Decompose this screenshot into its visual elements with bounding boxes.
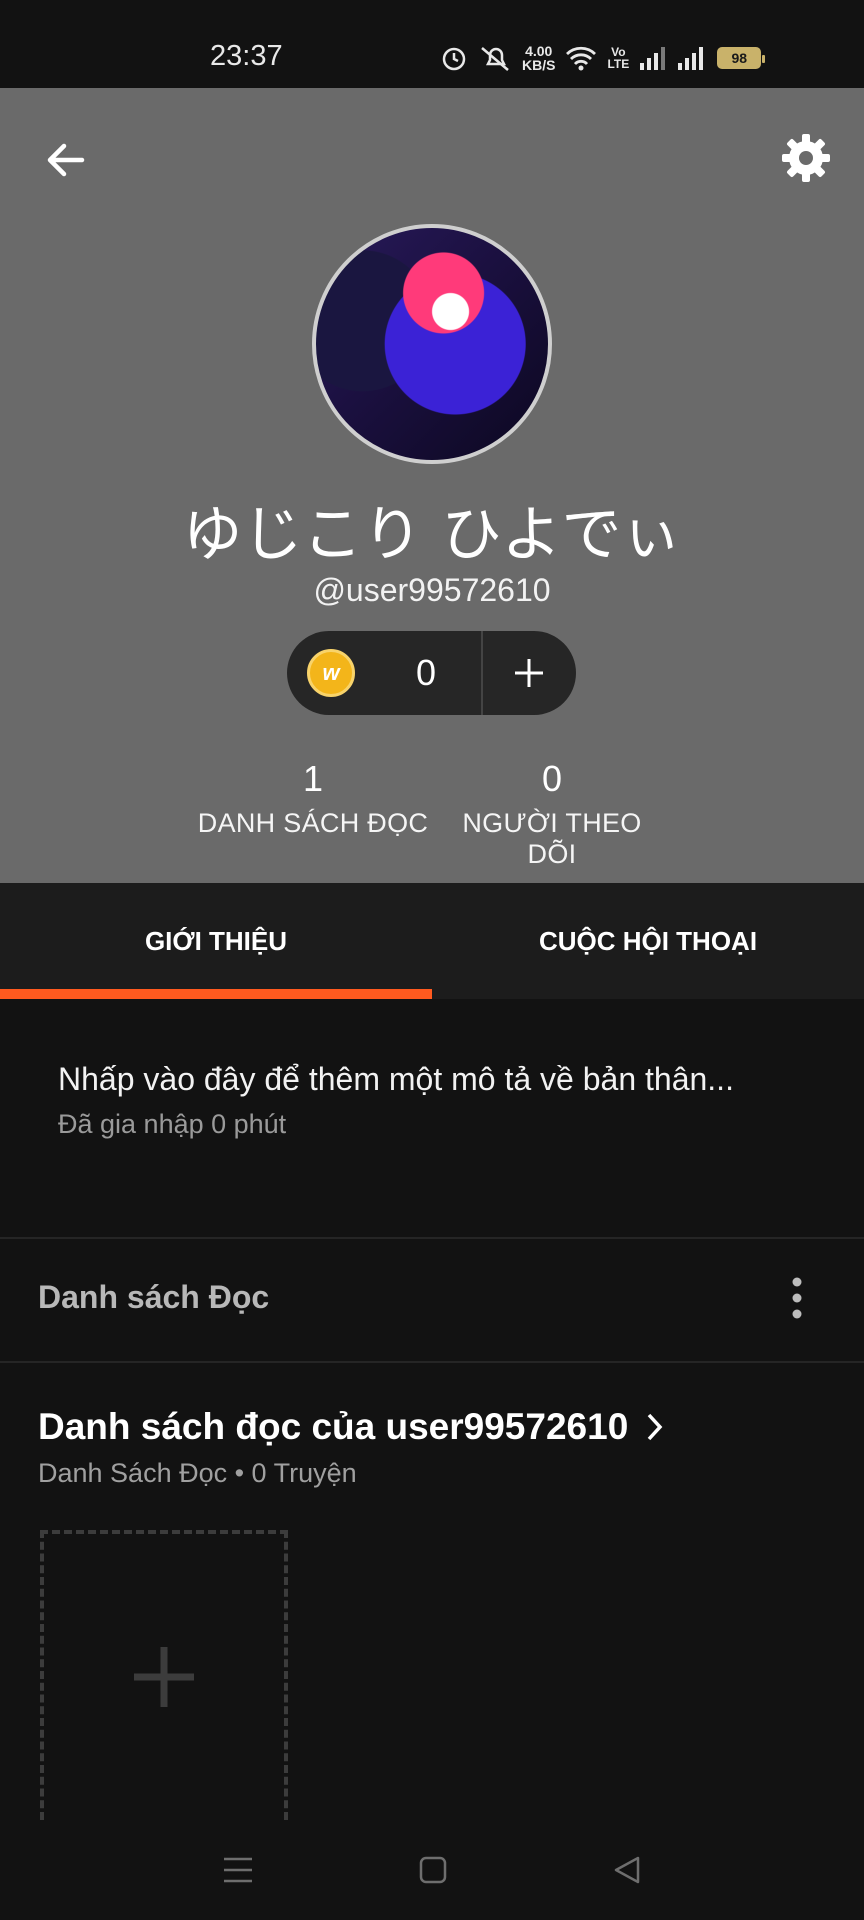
add-description-prompt[interactable]: Nhấp vào đây để thêm một mô tả về bản th… xyxy=(58,1061,734,1098)
kebab-menu-icon[interactable] xyxy=(784,1275,810,1321)
reading-list-link[interactable]: Danh sách đọc của user99572610 xyxy=(38,1406,664,1448)
wifi-icon xyxy=(566,46,597,71)
profile-header: ゆじこり ひよでぃ @user99572610 w 0 1 DANH SÁCH … xyxy=(0,88,864,883)
speed-unit: KB/S xyxy=(522,57,556,73)
back-arrow-icon[interactable] xyxy=(42,136,90,184)
home-square-icon[interactable] xyxy=(418,1855,448,1885)
about-section[interactable]: Nhấp vào đây để thêm một mô tả về bản th… xyxy=(0,999,864,1237)
signal-icon-1 xyxy=(640,47,666,70)
status-bar: 23:37 4.00 KB/S Vo LTE 98 xyxy=(0,0,864,88)
volte-line2: LTE xyxy=(607,57,630,71)
speed-value: 4.00 xyxy=(525,43,553,59)
stat-followers-value: 0 xyxy=(541,758,563,799)
profile-tabs: GIỚI THIỆU CUỘC HỘI THOẠI xyxy=(0,883,864,999)
joined-time: Đã gia nhập 0 phút xyxy=(58,1109,287,1139)
coin-icon: w xyxy=(307,649,355,697)
avatar[interactable] xyxy=(312,224,552,464)
add-coins-button[interactable] xyxy=(483,631,575,715)
tab-conversations[interactable]: CUỘC HỘI THOẠI xyxy=(432,883,864,999)
signal-icon-2 xyxy=(678,47,704,70)
plus-icon xyxy=(515,659,543,687)
username: @user99572610 xyxy=(313,572,551,608)
battery-indicator: 98 xyxy=(717,47,766,69)
coin-count: 0 xyxy=(415,652,437,693)
status-time: 23:37 xyxy=(210,40,283,72)
display-name: ゆじこり ひよでぃ xyxy=(182,500,682,570)
stat-reading-lists-value: 1 xyxy=(302,758,324,799)
coin-balance-pill[interactable]: w 0 xyxy=(287,631,576,715)
stat-followers[interactable]: 0 NGƯỜI THEO DÕI xyxy=(440,758,664,870)
add-story-placeholder[interactable] xyxy=(40,1530,288,1820)
divider xyxy=(0,1361,864,1363)
reading-list-meta: Danh Sách Đọc • 0 Truyện xyxy=(38,1458,357,1488)
volte-indicator: Vo LTE xyxy=(607,46,629,70)
chevron-right-icon xyxy=(647,1413,663,1441)
stat-reading-lists[interactable]: 1 DANH SÁCH ĐỌC xyxy=(196,758,430,839)
mute-bell-icon xyxy=(481,47,509,71)
menu-icon[interactable] xyxy=(222,1855,254,1885)
status-icons: 4.00 KB/S Vo LTE 98 xyxy=(440,40,766,76)
back-triangle-icon[interactable] xyxy=(612,1855,642,1885)
stat-followers-label: NGƯỜI THEO DÕI xyxy=(462,808,642,869)
system-navbar xyxy=(0,1820,864,1920)
network-speed: 4.00 KB/S xyxy=(522,44,555,72)
plus-icon xyxy=(134,1647,194,1707)
alarm-icon xyxy=(442,47,466,71)
tab-about[interactable]: GIỚI THIỆU xyxy=(0,883,432,999)
gear-icon[interactable] xyxy=(780,132,832,184)
reading-lists-header: Danh sách Đọc xyxy=(0,1239,864,1361)
stat-reading-lists-label: DANH SÁCH ĐỌC xyxy=(197,808,429,838)
reading-lists-title: Danh sách Đọc xyxy=(38,1279,270,1315)
reading-list-title: Danh sách đọc của user99572610 xyxy=(38,1406,629,1447)
